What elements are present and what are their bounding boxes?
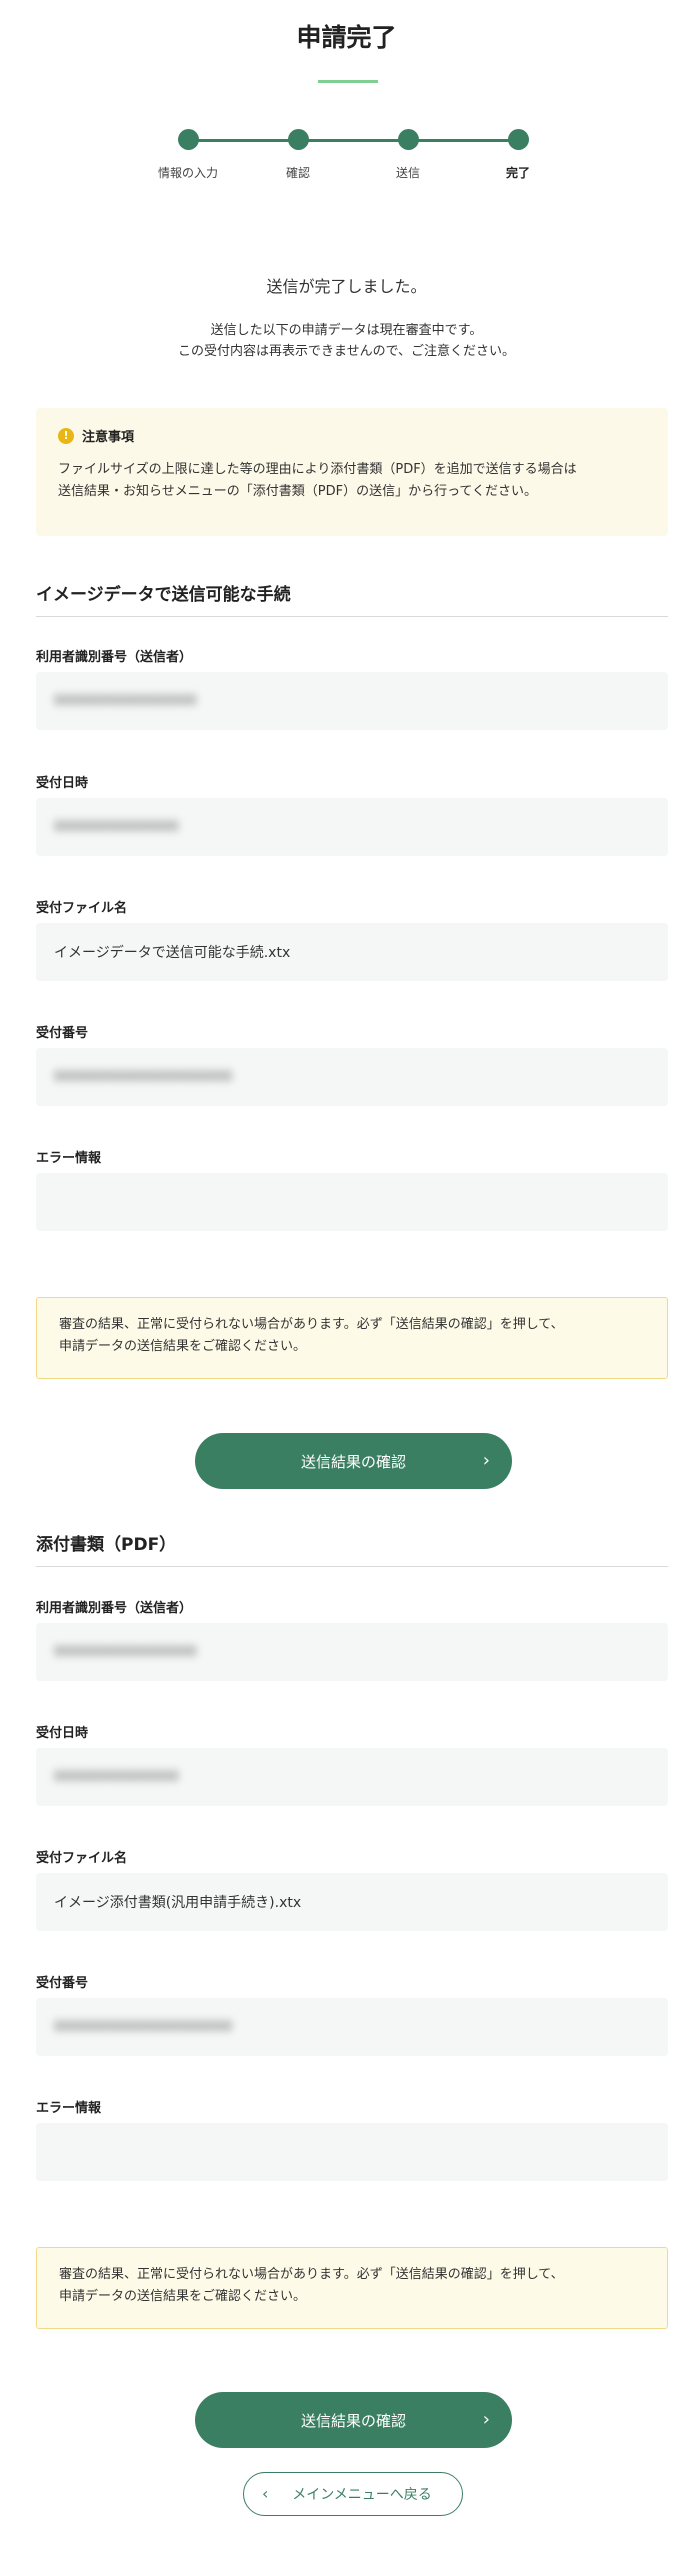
received-at-field: 00000000000000 <box>36 798 668 856</box>
receipt-no-value: 00000000000000000000 <box>54 1069 233 1085</box>
user-id-label: 利用者識別番号（送信者） <box>36 1601 193 1616</box>
received-at-field: 00000000000000 <box>36 1748 668 1806</box>
receipt-no-label: 受付番号 <box>36 1976 89 1991</box>
button-label: 送信結果の確認 <box>300 2411 406 2430</box>
chevron-right-icon: › <box>482 2409 490 2430</box>
file-name-label: 受付ファイル名 <box>36 1851 128 1866</box>
step-confirm: 確認 <box>243 128 353 181</box>
chevron-left-icon: ‹ <box>262 2484 269 2503</box>
review-alert: 審査の結果、正常に受付られない場合があります。必ず「送信結果の確認」を押して、 … <box>36 1297 668 1379</box>
receipt-no-value: 00000000000000000000 <box>54 2019 233 2035</box>
error-info-label: エラー情報 <box>36 1151 102 1166</box>
alert-line: 審査の結果、正常に受付られない場合があります。必ず「送信結果の確認」を押して、 <box>59 2267 564 2282</box>
button-label: メインメニューへ戻る <box>292 2487 432 2503</box>
section-heading-pdf: 添付書類（PDF） <box>36 1530 668 1567</box>
completion-description: 送信した以下の申請データは現在審査中です。 この受付内容は再表示できませんので、… <box>0 320 693 362</box>
file-name-value: イメージデータで送信可能な手続.xtx <box>54 945 291 961</box>
file-name-field: イメージ添付書類(汎用申請手続き).xtx <box>36 1873 668 1931</box>
description-line: この受付内容は再表示できませんので、ご注意ください。 <box>177 344 516 359</box>
warning-icon: ! <box>58 427 74 444</box>
alert-line: 審査の結果、正常に受付られない場合があります。必ず「送信結果の確認」を押して、 <box>59 1317 564 1332</box>
alert-line: 申請データの送信結果をご確認ください。 <box>59 1339 307 1354</box>
check-result-button[interactable]: 送信結果の確認 › <box>195 2392 512 2448</box>
step-input: 情報の入力 <box>133 128 243 181</box>
completion-headline: 送信が完了しました。 <box>266 277 427 296</box>
page-title: 申請完了 <box>296 23 397 52</box>
step-label: 確認 <box>285 166 310 180</box>
file-name-field: イメージデータで送信可能な手続.xtx <box>36 923 668 981</box>
receipt-no-label: 受付番号 <box>36 1026 89 1041</box>
notice-title: 注意事項 <box>82 430 135 445</box>
step-dot <box>397 129 419 150</box>
section-heading-image: イメージデータで送信可能な手続 <box>36 580 668 617</box>
file-name-label: 受付ファイル名 <box>36 901 128 916</box>
step-dot <box>287 129 309 150</box>
user-id-label: 利用者識別番号（送信者） <box>36 650 193 665</box>
step-send: 送信 <box>353 128 463 181</box>
step-dot <box>507 129 529 150</box>
progress-stepper: 情報の入力 確認 送信 完了 <box>0 128 693 188</box>
file-name-value: イメージ添付書類(汎用申請手続き).xtx <box>54 1895 302 1911</box>
title-underline <box>318 80 378 83</box>
notice-line: ファイルサイズの上限に達した等の理由により添付書類（PDF）を追加で送信する場合… <box>58 462 577 477</box>
user-id-value: 0000000000000000 <box>54 693 197 709</box>
notice-header: ! 注意事項 <box>58 426 646 445</box>
error-info-field <box>36 2123 668 2181</box>
user-id-field: 0000000000000000 <box>36 672 668 730</box>
received-at-value: 00000000000000 <box>54 819 179 835</box>
notice-body: ファイルサイズの上限に達した等の理由により添付書類（PDF）を追加で送信する場合… <box>58 459 646 503</box>
user-id-field: 0000000000000000 <box>36 1623 668 1681</box>
step-complete: 完了 <box>463 128 573 181</box>
alert-line: 申請データの送信結果をご確認ください。 <box>59 2289 307 2304</box>
error-info-label: エラー情報 <box>36 2101 102 2116</box>
error-info-field <box>36 1173 668 1231</box>
receipt-no-field: 00000000000000000000 <box>36 1048 668 1106</box>
step-label: 送信 <box>395 166 420 180</box>
back-to-main-menu-button[interactable]: ‹ メインメニューへ戻る <box>243 2472 463 2516</box>
received-at-label: 受付日時 <box>36 1726 89 1741</box>
user-id-value: 0000000000000000 <box>54 1644 197 1660</box>
received-at-label: 受付日時 <box>36 776 89 791</box>
review-alert: 審査の結果、正常に受付られない場合があります。必ず「送信結果の確認」を押して、 … <box>36 2247 668 2329</box>
check-result-button[interactable]: 送信結果の確認 › <box>195 1433 512 1489</box>
caution-notice: ! 注意事項 ファイルサイズの上限に達した等の理由により添付書類（PDF）を追加… <box>36 408 668 536</box>
step-label: 情報の入力 <box>157 166 218 180</box>
step-dot <box>177 129 199 150</box>
received-at-value: 00000000000000 <box>54 1769 179 1785</box>
button-label: 送信結果の確認 <box>300 1452 406 1471</box>
description-line: 送信した以下の申請データは現在審査中です。 <box>210 323 483 338</box>
receipt-no-field: 00000000000000000000 <box>36 1998 668 2056</box>
step-label: 完了 <box>505 166 530 180</box>
chevron-right-icon: › <box>482 1450 490 1471</box>
notice-line: 送信結果・お知らせメニューの「添付書類（PDF）の送信」から行ってください。 <box>58 484 538 499</box>
